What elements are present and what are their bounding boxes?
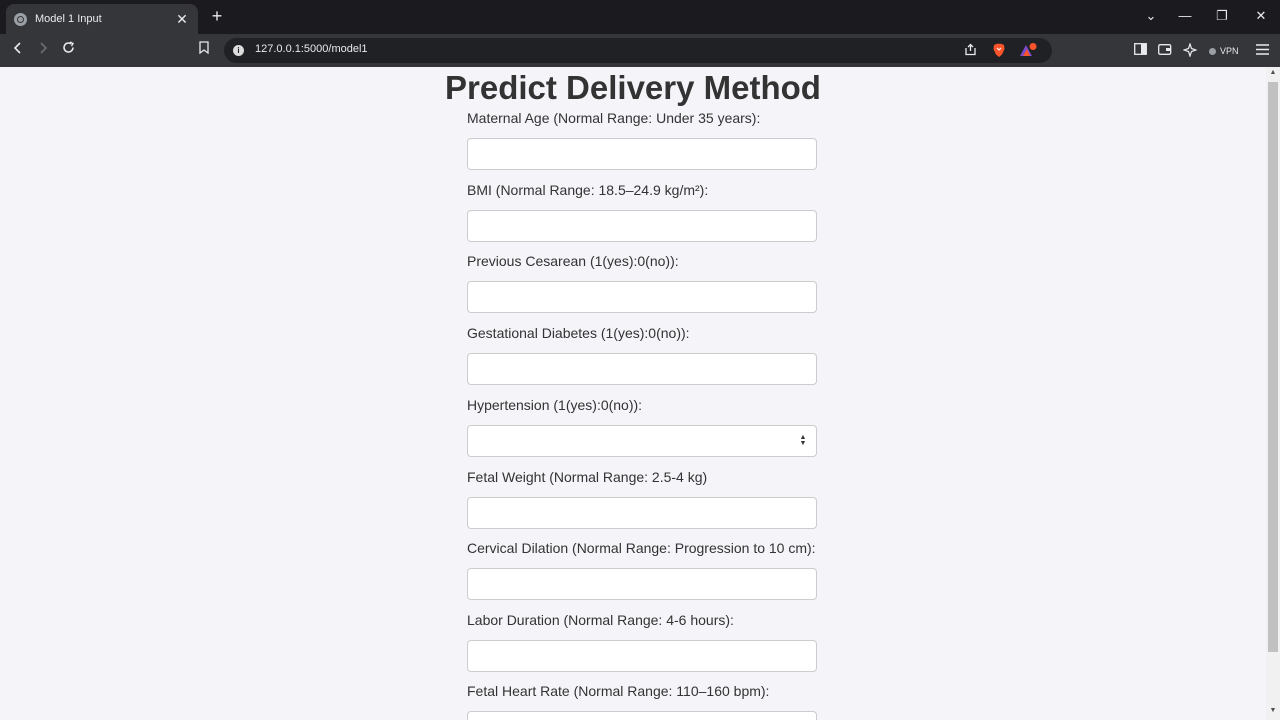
page-content: Predict Delivery Method Maternal Age (No… <box>0 67 1266 720</box>
select-updown-icon: ▲ ▼ <box>799 434 807 447</box>
fetal-heart-rate-label: Fetal Heart Rate (Normal Range: 110–160 … <box>467 683 770 699</box>
previous-cesarean-label: Previous Cesarean (1(yes):0(no)): <box>467 253 679 269</box>
window-close-icon[interactable]: ✕ <box>1251 8 1271 24</box>
address-url[interactable]: 127.0.0.1:5000/model1 <box>255 43 368 55</box>
cervical-dilation-label: Cervical Dilation (Normal Range: Progres… <box>467 540 816 556</box>
brave-rewards-icon[interactable] <box>1019 43 1037 59</box>
page-scrollbar[interactable]: ▲ ▼ <box>1266 67 1280 720</box>
hypertension-select[interactable]: ▲ ▼ <box>467 425 817 457</box>
page-title: Predict Delivery Method <box>445 69 821 106</box>
brave-shields-icon[interactable] <box>990 43 1008 59</box>
forward-arrow-icon[interactable] <box>33 41 53 59</box>
browser-toolbar: i 127.0.0.1:5000/model1 VPN <box>0 34 1280 67</box>
bookmark-icon[interactable] <box>194 41 214 59</box>
new-tab-button[interactable]: + <box>208 7 226 25</box>
maternal-age-label: Maternal Age (Normal Range: Under 35 yea… <box>467 110 761 126</box>
bmi-input[interactable] <box>467 210 817 242</box>
fetal-heart-rate-input[interactable] <box>467 711 817 720</box>
restore-icon[interactable]: ❐ <box>1212 8 1232 24</box>
menu-icon[interactable] <box>1253 43 1271 59</box>
cervical-dilation-input[interactable] <box>467 568 817 600</box>
vpn-button[interactable]: VPN <box>1209 43 1239 59</box>
share-icon[interactable] <box>961 43 979 59</box>
leo-ai-icon[interactable] <box>1181 42 1199 59</box>
tab-close-icon[interactable]: ✕ <box>174 12 190 26</box>
back-arrow-icon[interactable] <box>8 41 28 59</box>
labor-duration-input[interactable] <box>467 640 817 672</box>
gestational-diabetes-input[interactable] <box>467 353 817 385</box>
address-bar[interactable]: i 127.0.0.1:5000/model1 <box>224 38 1052 63</box>
scroll-down-arrow-icon[interactable]: ▼ <box>1269 707 1277 714</box>
fetal-weight-input[interactable] <box>467 497 817 529</box>
minimize-icon[interactable]: — <box>1175 8 1195 24</box>
browser-tab-bar: Model 1 Input ✕ + ⌄ — ❐ ✕ <box>0 0 1280 34</box>
hypertension-label: Hypertension (1(yes):0(no)): <box>467 397 643 413</box>
sidebar-icon[interactable] <box>1131 43 1149 59</box>
tab-title: Model 1 Input <box>35 13 102 25</box>
wallet-icon[interactable] <box>1156 43 1174 59</box>
gestational-diabetes-label: Gestational Diabetes (1(yes):0(no)): <box>467 325 690 341</box>
vpn-status-icon <box>1209 47 1216 55</box>
scrollbar-thumb[interactable] <box>1268 82 1278 652</box>
globe-icon <box>14 12 27 26</box>
bmi-label: BMI (Normal Range: 18.5–24.9 kg/m²): <box>467 182 709 198</box>
maternal-age-input[interactable] <box>467 138 817 170</box>
scroll-up-arrow-icon[interactable]: ▲ <box>1269 69 1277 76</box>
previous-cesarean-input[interactable] <box>467 281 817 313</box>
vpn-label: VPN <box>1220 46 1239 56</box>
browser-tab[interactable]: Model 1 Input ✕ <box>6 4 198 34</box>
fetal-weight-label: Fetal Weight (Normal Range: 2.5-4 kg) <box>467 469 708 485</box>
site-info-icon[interactable]: i <box>233 45 244 56</box>
tab-search-chevron-icon[interactable]: ⌄ <box>1141 8 1161 24</box>
reload-icon[interactable] <box>58 41 78 59</box>
labor-duration-label: Labor Duration (Normal Range: 4-6 hours)… <box>467 612 734 628</box>
